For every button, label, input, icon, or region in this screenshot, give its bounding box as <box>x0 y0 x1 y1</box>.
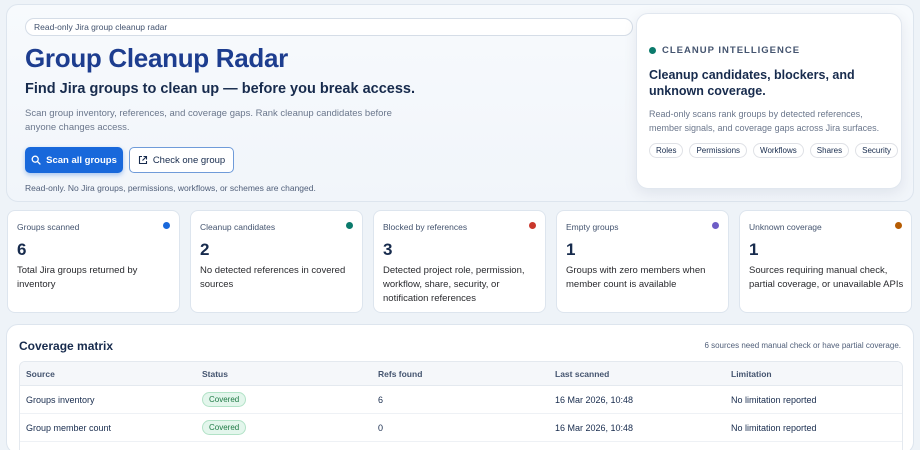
stat-value: 6 <box>17 240 27 259</box>
stat-dot-icon <box>346 222 353 229</box>
cell-source: Groups inventory <box>26 394 95 405</box>
stat-dot-icon <box>163 222 170 229</box>
chip-security: Security <box>855 143 899 158</box>
chip-shares: Shares <box>809 143 850 158</box>
column-header-status: Status <box>202 368 228 379</box>
cell-refs: 0 <box>378 422 384 433</box>
page-title: Group Cleanup Radar <box>25 43 288 73</box>
intel-heading: CLEANUP INTELLIGENCE <box>649 45 800 56</box>
cell-source: Group member count <box>26 422 112 433</box>
scan-all-groups-label: Scan all groups <box>46 154 117 166</box>
cell-last-scanned: 16 Mar 2026, 10:48 <box>555 394 634 405</box>
stat-description: No detected references in covered source… <box>200 265 346 290</box>
stat-label: Groups scanned <box>17 222 80 232</box>
check-one-group-label: Check one group <box>152 154 226 166</box>
scan-all-groups-button[interactable]: Scan all groups <box>25 147 123 173</box>
column-header-last-scanned: Last scanned <box>555 368 610 379</box>
column-header-limitation: Limitation <box>731 368 772 379</box>
coverage-matrix-panel: Coverage matrix 6 sources need manual ch… <box>6 324 914 450</box>
stat-description: Groups with zero members when member cou… <box>566 265 706 290</box>
column-header-source: Source <box>26 368 55 379</box>
page-subtitle: Find Jira groups to clean up — before yo… <box>25 81 415 97</box>
table-row: Group member count Covered 0 16 Mar 2026… <box>20 414 902 442</box>
readonly-tag: Read-only Jira group cleanup radar <box>25 18 633 36</box>
stat-value: 3 <box>383 240 393 259</box>
stat-card-groups-scanned: Groups scanned 6 Total Jira groups retur… <box>7 210 180 313</box>
surface-chips: Roles Permissions Workflows Shares Secur… <box>649 143 899 158</box>
intel-title: Cleanup candidates, blockers, and unknow… <box>649 68 855 98</box>
stat-label: Cleanup candidates <box>200 222 276 232</box>
cell-status: Covered <box>202 414 247 441</box>
intel-description: Read-only scans rank groups by detected … <box>649 109 880 133</box>
coverage-note: 6 sources need manual check or have part… <box>704 341 901 350</box>
stat-card-cleanup-candidates: Cleanup candidates 2 No detected referen… <box>190 210 363 313</box>
cell-status: Covered <box>202 386 247 413</box>
stat-card-empty-groups: Empty groups 1 Groups with zero members … <box>556 210 729 313</box>
column-header-refs-found: Refs found <box>378 368 423 379</box>
chip-roles: Roles <box>649 143 684 158</box>
cleanup-intelligence-card: CLEANUP INTELLIGENCE Cleanup candidates,… <box>636 13 902 189</box>
stat-card-unknown-coverage: Unknown coverage 1 Sources requiring man… <box>739 210 912 313</box>
stat-description: Total Jira groups returned by inventory <box>17 265 138 290</box>
stat-dot-icon <box>712 222 719 229</box>
chip-permissions: Permissions <box>689 143 748 158</box>
stat-value: 2 <box>200 240 210 259</box>
stat-dot-icon <box>895 222 902 229</box>
check-one-group-button[interactable]: Check one group <box>129 147 234 173</box>
stat-label: Unknown coverage <box>749 222 822 232</box>
external-link-icon <box>138 155 148 165</box>
intel-heading-label: CLEANUP INTELLIGENCE <box>662 45 801 56</box>
cell-refs: 6 <box>378 394 384 405</box>
chip-workflows: Workflows <box>753 143 804 158</box>
table-header: Source Status Refs found Last scanned Li… <box>20 362 902 386</box>
table-row: Groups inventory Covered 6 16 Mar 2026, … <box>20 386 902 414</box>
stat-label: Empty groups <box>566 222 619 232</box>
status-badge: Covered <box>202 392 247 407</box>
stat-card-blocked-by-references: Blocked by references 3 Detected project… <box>373 210 546 313</box>
stat-value: 1 <box>566 240 576 259</box>
stat-description: Detected project role, permission, workf… <box>383 265 525 304</box>
cell-limitation: No limitation reported <box>731 422 817 433</box>
cell-limitation: No limitation reported <box>731 394 817 405</box>
status-dot-icon <box>649 47 656 54</box>
stat-dot-icon <box>529 222 536 229</box>
page-description: Scan group inventory, references, and co… <box>25 108 392 133</box>
search-icon <box>31 155 41 165</box>
stat-label: Blocked by references <box>383 222 468 232</box>
readonly-note: Read-only. No Jira groups, permissions, … <box>25 183 316 193</box>
stat-description: Sources requiring manual check, partial … <box>749 265 904 290</box>
stat-value: 1 <box>749 240 759 259</box>
coverage-title: Coverage matrix <box>19 339 114 353</box>
coverage-table: Source Status Refs found Last scanned Li… <box>19 361 903 450</box>
status-badge: Covered <box>202 420 247 435</box>
cell-last-scanned: 16 Mar 2026, 10:48 <box>555 422 634 433</box>
